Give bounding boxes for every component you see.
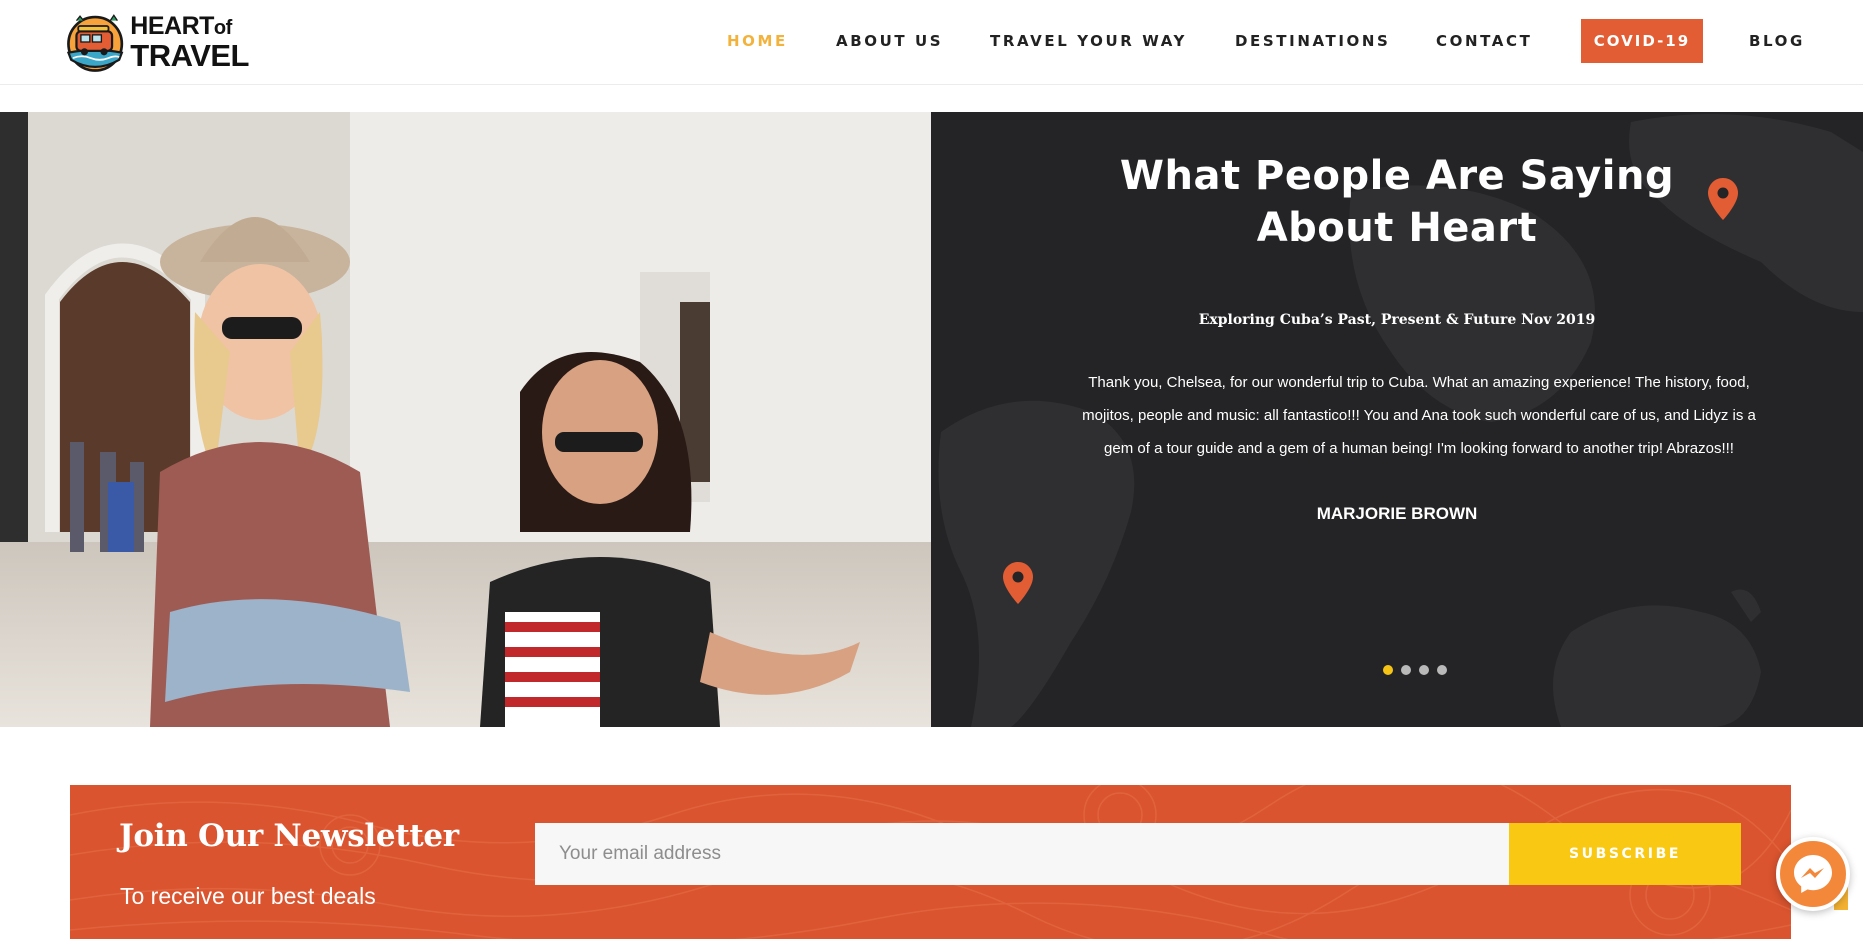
nav-blog[interactable]: BLOG	[1749, 32, 1805, 50]
photo-illustration	[0, 112, 931, 727]
slider-dot-2[interactable]	[1401, 665, 1411, 675]
testimonials-heading: What People Are Saying About Heart	[1119, 153, 1675, 251]
site-header: HEARTof TRAVEL HOME ABOUT US TRAVEL YOUR…	[0, 0, 1863, 85]
slider-dot-4[interactable]	[1437, 665, 1447, 675]
logo-line-1: HEARTof	[130, 11, 232, 40]
messenger-icon	[1794, 855, 1832, 893]
newsletter-banner: Join Our Newsletter To receive our best …	[70, 785, 1791, 939]
testimonial-trip-title: Exploring Cuba’s Past, Present & Future …	[1198, 312, 1596, 328]
newsletter-subtitle: To receive our best deals	[120, 883, 376, 909]
newsletter-title: Join Our Newsletter	[119, 818, 459, 854]
slider-dots	[1383, 665, 1447, 675]
site-logo[interactable]: HEARTof TRAVEL	[64, 8, 249, 76]
subscribe-button[interactable]: SUBSCRIBE	[1509, 823, 1741, 885]
logo-van-icon	[66, 14, 124, 72]
nav-travel-your-way[interactable]: TRAVEL YOUR WAY	[990, 32, 1187, 50]
travelers-photo	[0, 112, 931, 727]
logo-wordmark: HEARTof TRAVEL	[130, 11, 249, 73]
nav-home[interactable]: HOME	[727, 32, 788, 50]
nav-about-us[interactable]: ABOUT US	[836, 32, 943, 50]
slider-dot-1[interactable]	[1383, 665, 1393, 675]
newsletter-email-input[interactable]	[535, 823, 1509, 885]
map-pin-icon	[1003, 562, 1033, 604]
testimonial-quote: Thank you, Chelsea, for our wonderful tr…	[1082, 374, 1756, 457]
nav-destinations[interactable]: DESTINATIONS	[1235, 32, 1390, 50]
testimonials-panel: What People Are Saying About Heart Explo…	[931, 112, 1863, 727]
logo-line-2: TRAVEL	[130, 37, 249, 73]
nav-covid-19-button[interactable]: COVID-19	[1581, 19, 1703, 63]
slider-dot-3[interactable]	[1419, 665, 1429, 675]
testimonial-author: MARJORIE BROWN	[1316, 504, 1478, 523]
nav-contact[interactable]: CONTACT	[1436, 32, 1532, 50]
messenger-chat-button[interactable]	[1776, 837, 1850, 911]
